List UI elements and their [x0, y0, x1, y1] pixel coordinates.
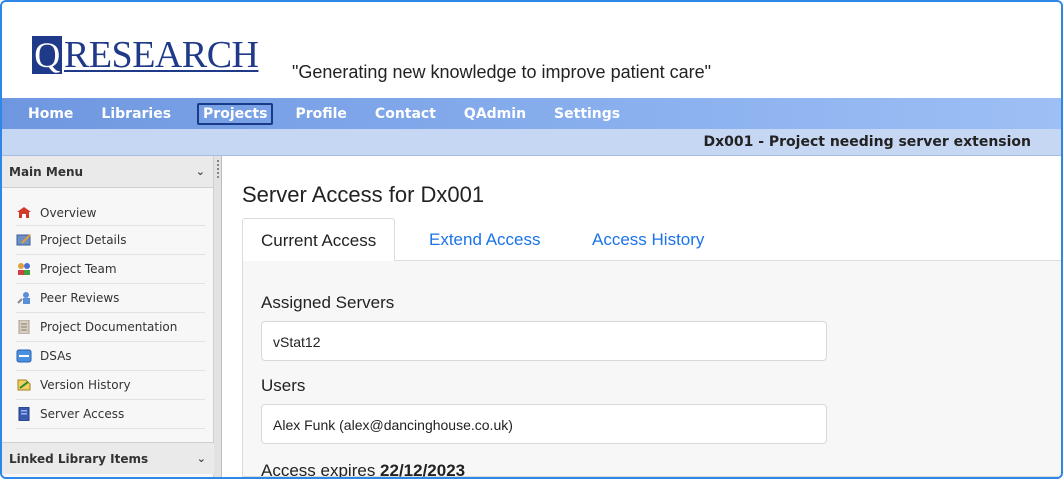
logo-text: RESEARCH [64, 34, 259, 76]
main-menu-label: Main Menu [9, 164, 84, 179]
nav-profile[interactable]: Profile [289, 103, 352, 125]
nav-settings[interactable]: Settings [548, 103, 626, 125]
tab-extend-access[interactable]: Extend Access [429, 218, 541, 261]
sidebar-item-server-access[interactable]: Server Access [16, 400, 205, 429]
sidebar-menu: Overview Project Details Project Team Pe… [2, 188, 213, 429]
sidebar-item-label: Project Details [40, 233, 127, 247]
app-window: Q RESEARCH "Generating new knowledge to … [0, 0, 1063, 479]
assigned-servers-label: Assigned Servers [261, 293, 395, 312]
access-expires-text: Access expires 22/12/2023 [261, 461, 466, 479]
page-title: Server Access for Dx001 [242, 182, 485, 207]
qresearch-logo[interactable]: Q RESEARCH [32, 32, 259, 78]
project-team-icon [16, 262, 32, 276]
documentation-icon [16, 319, 32, 335]
sidebar-item-project-details[interactable]: Project Details [16, 226, 205, 255]
sidebar-item-label: Project Team [40, 262, 117, 276]
project-bar: Dx001 - Project needing server extension [2, 129, 1061, 156]
server-access-icon [16, 406, 32, 422]
sidebar-item-version-history[interactable]: Version History [16, 371, 205, 400]
sidebar-item-peer-reviews[interactable]: Peer Reviews [16, 284, 205, 313]
sidebar-item-dsas[interactable]: DSAs [16, 342, 205, 371]
nav-libraries[interactable]: Libraries [95, 103, 177, 125]
access-expires-date: 22/12/2023 [380, 461, 466, 479]
peer-reviews-icon [16, 291, 32, 305]
users-field[interactable]: Alex Funk (alex@dancinghouse.co.uk) [261, 404, 827, 444]
main-nav: Home Libraries Projects Profile Contact … [2, 98, 1061, 129]
sidebar-splitter[interactable] [214, 156, 222, 477]
project-title: Dx001 - Project needing server extension [703, 134, 1031, 150]
sidebar-item-label: DSAs [40, 349, 72, 363]
chevron-down-icon[interactable]: ⌄ [197, 452, 206, 465]
dsas-icon [16, 349, 32, 363]
site-header: Q RESEARCH "Generating new knowledge to … [2, 2, 1061, 98]
splitter-grip-icon [217, 160, 219, 178]
version-history-icon [16, 378, 32, 392]
project-details-icon [16, 233, 32, 247]
assigned-servers-field[interactable]: vStat12 [261, 321, 827, 361]
logo-q-block: Q [32, 36, 62, 74]
tab-access-history[interactable]: Access History [592, 218, 704, 261]
chevron-down-icon[interactable]: ⌄ [196, 165, 205, 178]
sidebar: Main Menu ⌄ Overview Project Details Pro… [2, 156, 214, 477]
users-label: Users [261, 376, 306, 395]
main-content: Server Access for Dx001 Current Access E… [224, 156, 1061, 477]
overview-icon [16, 206, 32, 220]
nav-qadmin[interactable]: QAdmin [458, 103, 532, 125]
sidebar-item-label: Server Access [40, 407, 125, 421]
linked-library-items-header[interactable]: Linked Library Items ⌄ [2, 442, 214, 474]
linked-library-items-label: Linked Library Items [9, 451, 149, 466]
sidebar-item-label: Version History [40, 378, 131, 392]
tagline: "Generating new knowledge to improve pat… [292, 62, 712, 82]
sidebar-item-project-documentation[interactable]: Project Documentation [16, 313, 205, 342]
nav-projects[interactable]: Projects [197, 102, 274, 125]
nav-contact[interactable]: Contact [369, 103, 442, 125]
main-menu-header[interactable]: Main Menu ⌄ [2, 156, 213, 188]
sidebar-item-label: Peer Reviews [40, 291, 120, 305]
current-access-panel: Assigned Servers vStat12 Users Alex Funk… [242, 260, 1061, 477]
tab-current-access[interactable]: Current Access [242, 218, 396, 261]
nav-home[interactable]: Home [22, 103, 79, 125]
sidebar-item-label: Project Documentation [40, 320, 178, 334]
access-expires-prefix: Access expires [261, 461, 381, 479]
sidebar-item-label: Overview [40, 205, 97, 220]
sidebar-item-project-team[interactable]: Project Team [16, 255, 205, 284]
tab-bar: Current Access Extend Access Access Hist… [242, 218, 1061, 261]
sidebar-item-overview[interactable]: Overview [16, 196, 205, 226]
